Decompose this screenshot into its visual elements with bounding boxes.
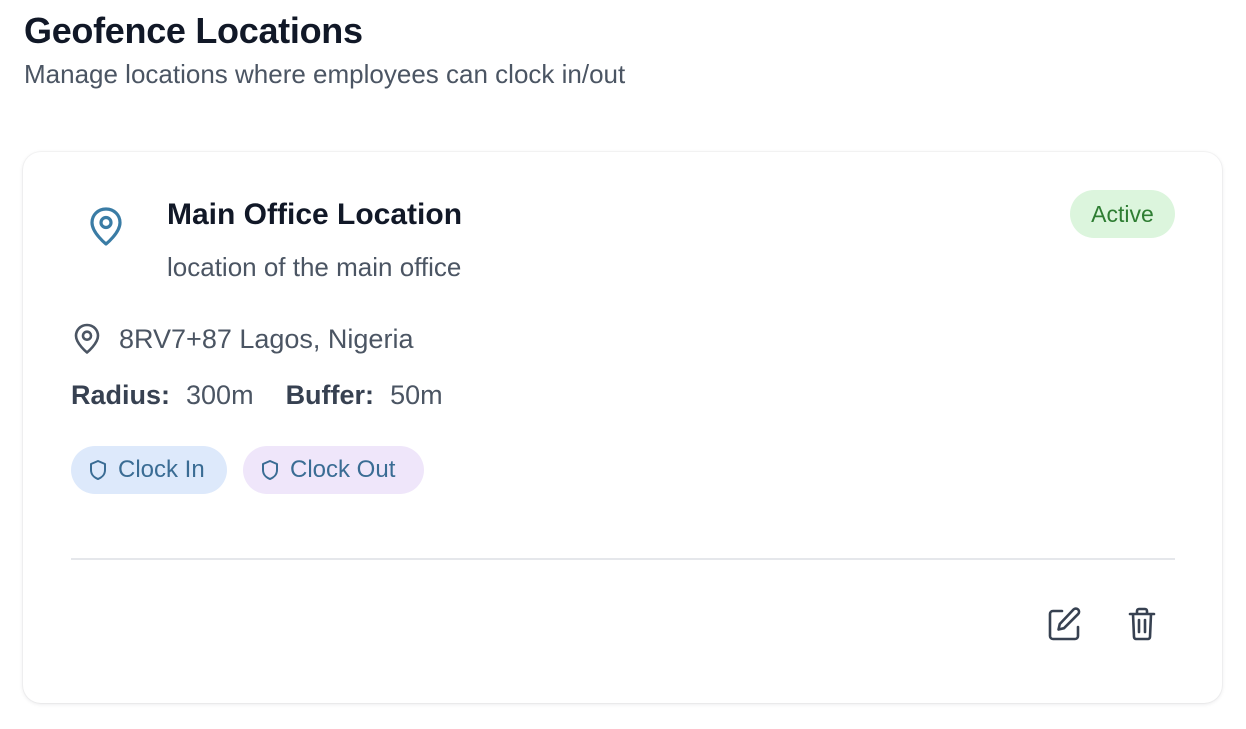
clock-out-label: Clock Out [290, 456, 396, 483]
address-text: 8RV7+87 Lagos, Nigeria [119, 323, 414, 354]
clock-out-chip: Clock Out [243, 446, 424, 494]
edit-button[interactable] [1043, 603, 1083, 645]
location-name: Main Office Location [167, 198, 463, 231]
page-title: Geofence Locations [24, 10, 363, 51]
clock-in-label: Clock In [118, 456, 205, 483]
status-badge: Active [1070, 190, 1175, 238]
buffer-value: 50m [390, 379, 443, 410]
location-description: location of the main office [167, 252, 462, 282]
trash-icon [1128, 607, 1156, 641]
shield-icon [90, 460, 106, 480]
shield-icon [262, 460, 278, 480]
card-divider [71, 558, 1175, 560]
edit-icon [1048, 607, 1081, 641]
clock-in-chip: Clock In [71, 446, 227, 494]
address-row: 8RV7+87 Lagos, Nigeria [71, 320, 413, 358]
map-pin-icon [86, 206, 126, 248]
buffer-label: Buffer: [285, 379, 375, 410]
map-pin-icon [74, 323, 100, 354]
metrics-row: Radius: 300m Buffer: 50m [71, 376, 443, 414]
radius-value: 300m [186, 379, 254, 410]
map-pin-icon-svg [90, 207, 122, 246]
delete-button[interactable] [1122, 603, 1162, 645]
page-subtitle: Manage locations where employees can clo… [24, 59, 626, 89]
radius-label: Radius: [71, 379, 171, 410]
